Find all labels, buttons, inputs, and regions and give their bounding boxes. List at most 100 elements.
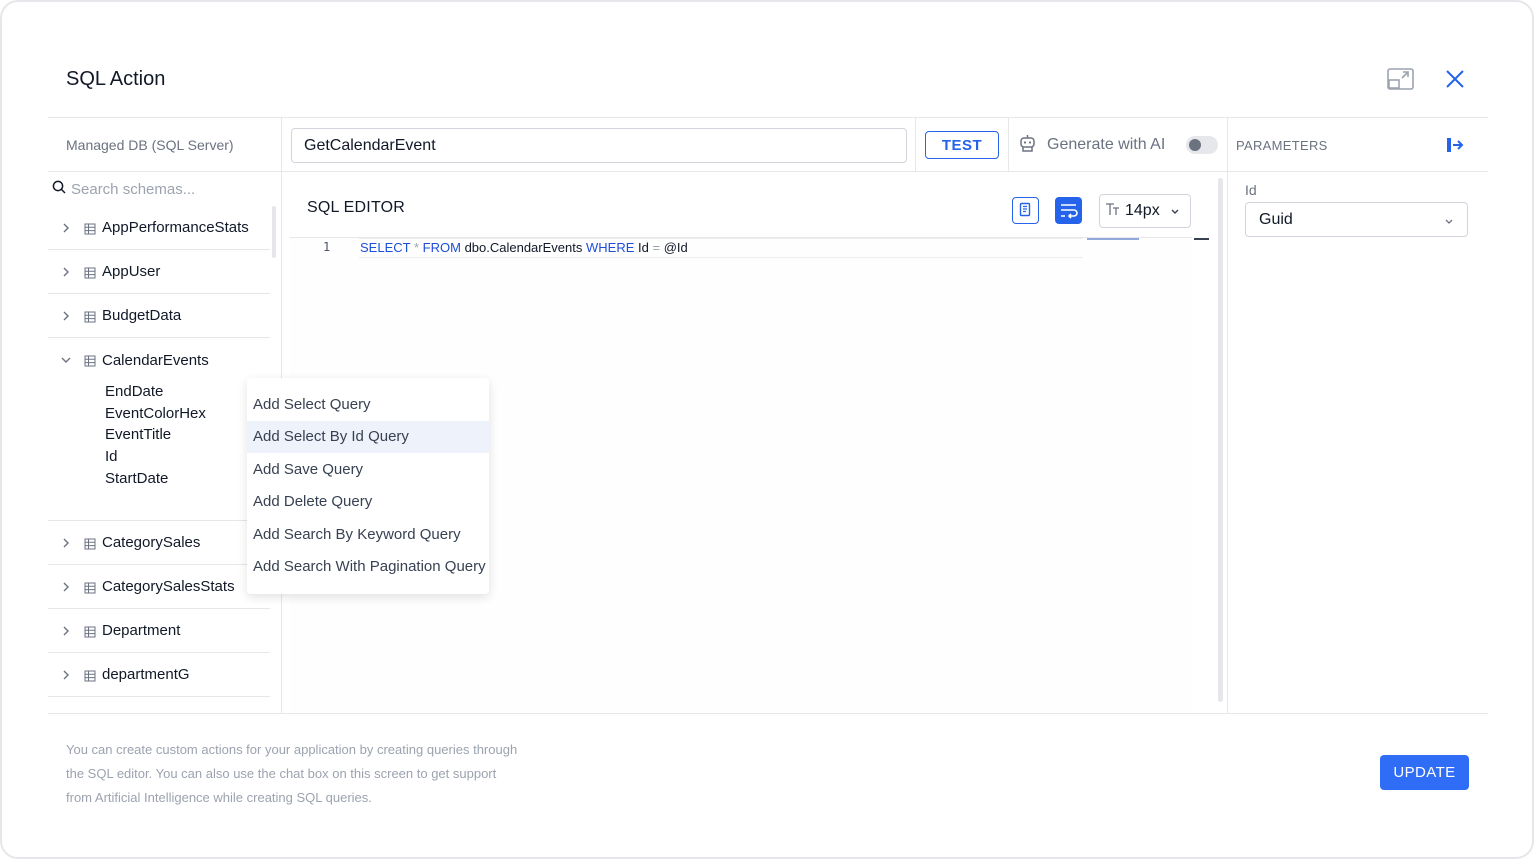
tree-item-calendarevents[interactable]: CalendarEvents	[48, 338, 270, 382]
tree-item-label: AppPerformanceStats	[102, 219, 249, 236]
update-button[interactable]: UPDATE	[1380, 755, 1469, 790]
action-name-input[interactable]	[291, 128, 907, 163]
word-wrap-icon	[1055, 204, 1082, 228]
footer-divider	[48, 713, 1488, 714]
parameters-title: PARAMETERS	[1236, 138, 1328, 153]
collapse-panel-icon[interactable]	[1445, 136, 1465, 154]
chevron-down-icon	[1170, 204, 1180, 222]
chevron-down-icon	[58, 356, 74, 364]
schema-search	[52, 179, 272, 199]
sql-editor-title: SQL EDITOR	[307, 199, 406, 216]
search-icon	[52, 180, 66, 199]
tree-scrollbar[interactable]	[272, 206, 276, 258]
tree-item-appuser[interactable]: AppUser	[48, 250, 270, 294]
table-icon	[84, 266, 96, 278]
chevron-right-icon	[58, 223, 74, 233]
chevron-down-icon	[1444, 214, 1454, 232]
font-size-select[interactable]: 14px	[1099, 194, 1191, 228]
copy-button[interactable]	[1012, 197, 1039, 224]
tree-item-label: CategorySalesStats	[102, 578, 235, 595]
footer-help-text: You can create custom actions for your a…	[66, 738, 566, 810]
toolbar-sep-1	[915, 118, 916, 171]
robot-icon	[1018, 133, 1037, 158]
sql-keyword: SELECT	[360, 240, 411, 255]
menu-item-add-select-by-id-query[interactable]: Add Select By Id Query	[247, 420, 489, 453]
sql-operator: *	[413, 240, 420, 255]
toolbar-divider	[48, 171, 1488, 172]
table-icon	[84, 222, 96, 234]
font-size-value: 14px	[1125, 202, 1160, 219]
sql-action-dialog: SQL Action Managed DB (SQL Server) TEST	[0, 0, 1534, 859]
param-label: Id	[1245, 182, 1257, 198]
table-icon	[84, 354, 96, 367]
table-icon	[84, 310, 96, 322]
chevron-right-icon	[58, 626, 74, 636]
tree-item-label: departmentG	[102, 666, 190, 683]
header-divider	[48, 117, 1488, 118]
tree-item-label: Department	[102, 622, 181, 639]
help-line: from Artificial Intelligence while creat…	[66, 790, 372, 805]
table-icon	[84, 581, 96, 593]
chevron-right-icon	[58, 538, 74, 548]
overview-ruler-mark	[1194, 238, 1209, 240]
sql-identifier: Id	[638, 240, 649, 255]
tree-item-label: CategorySales	[102, 534, 201, 551]
help-line: You can create custom actions for your a…	[66, 742, 518, 757]
generate-ai-toggle[interactable]	[1186, 136, 1218, 154]
db-name-label: Managed DB (SQL Server)	[66, 137, 234, 153]
sql-identifier: dbo.CalendarEvents	[464, 240, 583, 255]
query-template-menu: Add Select Query Add Select By Id Query …	[247, 378, 489, 594]
test-button[interactable]: TEST	[925, 131, 999, 159]
tree-item-categorysales[interactable]: CategorySales	[48, 521, 270, 565]
params-divider	[1227, 118, 1228, 713]
table-icon	[84, 669, 96, 681]
font-size-icon	[1105, 201, 1121, 222]
expand-icon[interactable]	[1386, 64, 1416, 94]
sql-operator: =	[652, 240, 661, 255]
menu-item-add-search-with-pagination-query[interactable]: Add Search With Pagination Query	[247, 551, 489, 584]
chevron-right-icon	[58, 267, 74, 277]
column-item[interactable]: EventTitle	[105, 426, 171, 443]
code-line[interactable]: SELECT * FROM dbo.CalendarEvents WHERE I…	[359, 238, 1083, 258]
toolbar-sep-2	[1008, 118, 1009, 171]
generate-ai-label: Generate with AI	[1047, 136, 1166, 153]
minimap[interactable]	[1087, 238, 1139, 240]
column-item[interactable]: Id	[105, 448, 118, 465]
tree-item-label: BudgetData	[102, 307, 182, 324]
menu-item-add-select-query[interactable]: Add Select Query	[247, 388, 489, 421]
table-icon	[84, 625, 96, 637]
line-number: 1	[323, 240, 331, 254]
tree-item-categorysalesstats[interactable]: CategorySalesStats	[48, 565, 270, 609]
schema-tree: AppPerformanceStats AppUser BudgetData C…	[48, 206, 270, 712]
menu-item-add-delete-query[interactable]: Add Delete Query	[247, 486, 489, 519]
word-wrap-button[interactable]	[1055, 197, 1082, 224]
toggle-knob	[1189, 139, 1201, 151]
generate-ai-group: Generate with AI	[1018, 134, 1165, 156]
param-type-value: Guid	[1259, 210, 1293, 228]
column-item[interactable]: StartDate	[105, 470, 168, 487]
param-type-select[interactable]: Guid	[1245, 202, 1468, 237]
sql-keyword: FROM	[422, 240, 461, 255]
column-item[interactable]: EventColorHex	[105, 405, 206, 422]
tree-item-department[interactable]: Department	[48, 609, 270, 653]
schema-search-input[interactable]	[71, 180, 261, 198]
tree-item-label: CalendarEvents	[102, 351, 209, 369]
chevron-right-icon	[58, 582, 74, 592]
tree-item-budgetdata[interactable]: BudgetData	[48, 294, 270, 338]
sql-parameter: @Id	[663, 240, 688, 255]
help-line: the SQL editor. You can also use the cha…	[66, 766, 497, 781]
dialog-title: SQL Action	[66, 68, 166, 90]
menu-item-add-save-query[interactable]: Add Save Query	[247, 453, 489, 486]
copy-icon	[1013, 202, 1037, 226]
menu-item-add-search-by-keyword-query[interactable]: Add Search By Keyword Query	[247, 518, 489, 551]
chevron-right-icon	[58, 311, 74, 321]
table-icon	[84, 537, 96, 549]
tree-item-label: AppUser	[102, 263, 161, 280]
column-item[interactable]: EndDate	[105, 383, 163, 400]
tree-item-departmentg[interactable]: departmentG	[48, 653, 270, 697]
tree-item-apppreformancestats[interactable]: AppPerformanceStats	[48, 206, 270, 250]
chevron-right-icon	[58, 670, 74, 680]
close-icon[interactable]	[1440, 64, 1470, 94]
sql-keyword: WHERE	[586, 240, 635, 255]
editor-scrollbar[interactable]	[1218, 178, 1223, 702]
